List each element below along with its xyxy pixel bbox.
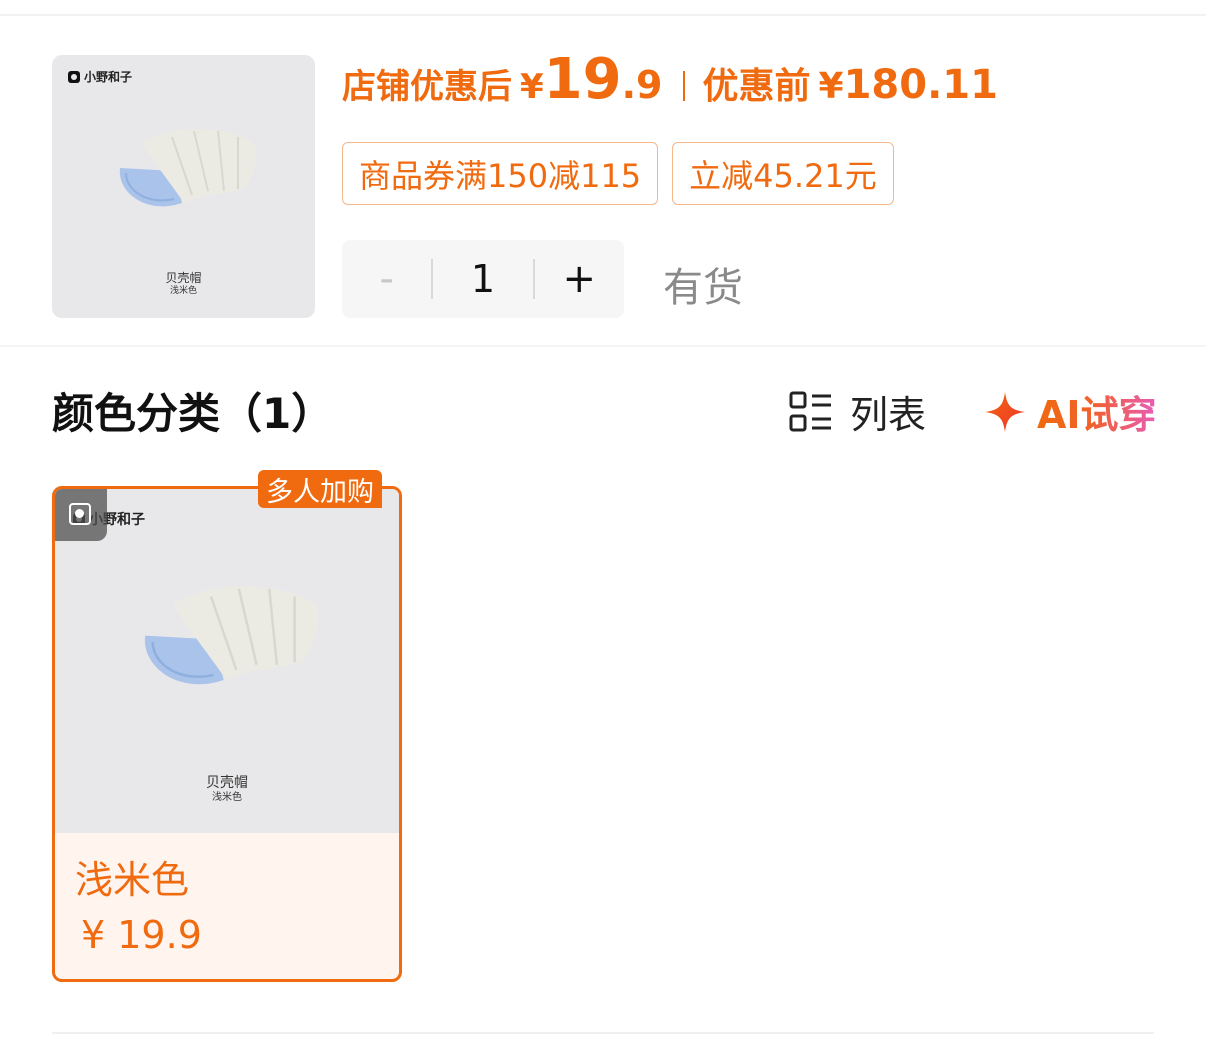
image-caption: 贝壳帽 浅米色 — [55, 775, 399, 805]
coupon-tag[interactable]: 商品券满150减115 — [342, 142, 659, 205]
discount-tag[interactable]: 立减45.21元 — [672, 142, 894, 205]
price-before-label: 优惠前 — [702, 66, 811, 107]
list-view-label: 列表 — [850, 393, 927, 437]
price-after-decimal: .9 — [621, 63, 663, 107]
increase-button[interactable]: + — [535, 240, 624, 318]
stock-status: 有货 — [663, 265, 743, 311]
sparkle-icon — [985, 391, 1025, 432]
ai-try-on-button[interactable]: AI试穿 — [983, 384, 1157, 439]
price-after-integer: 19 — [543, 47, 622, 112]
visor-hat-image — [119, 128, 257, 207]
currency-symbol-before: ¥ — [818, 66, 844, 107]
visor-hat-image — [144, 586, 318, 685]
bottom-divider — [52, 1032, 1154, 1034]
quantity-stepper: - 1 + — [342, 240, 624, 318]
list-view-toggle[interactable]: 列表 — [788, 384, 926, 439]
variant-image: 小野和子 贝壳帽 浅米色 — [55, 489, 399, 833]
price-after-label: 店铺优惠后 — [342, 67, 512, 107]
decrease-button[interactable]: - — [342, 240, 431, 318]
image-caption-title: 贝壳帽 — [165, 271, 202, 285]
brand-mark-icon — [68, 70, 80, 83]
top-divider — [0, 14, 1206, 16]
product-thumbnail[interactable]: 小野和子 贝壳帽 浅米色 — [52, 55, 315, 318]
price-divider — [682, 71, 685, 101]
currency-symbol: ¥ — [520, 67, 544, 107]
image-caption-title: 贝壳帽 — [206, 775, 248, 791]
coupon-tags: 商品券满150减115 立减45.21元 — [342, 142, 894, 205]
section-divider — [0, 345, 1206, 347]
ai-try-on-label: AI试穿 — [1037, 384, 1157, 439]
quantity-value[interactable]: 1 — [433, 257, 532, 301]
price-before-value: 180.11 — [843, 62, 998, 108]
brand-logo: 小野和子 — [68, 68, 132, 85]
popular-badge: 多人加购 — [258, 470, 382, 508]
brand-name: 小野和子 — [84, 70, 133, 84]
variant-price: ¥ 19.9 — [81, 913, 202, 957]
image-caption-color: 浅米色 — [169, 286, 197, 296]
category-title: 颜色分类（1） — [52, 389, 334, 438]
list-grid-icon — [789, 391, 831, 431]
image-caption-color: 浅米色 — [212, 792, 242, 803]
price-line: 店铺优惠后 ¥ 19 .9 优惠前 ¥ 180.11 — [342, 52, 998, 118]
variant-card-selected[interactable]: 小野和子 贝壳帽 浅米色 浅米色 ¥ 19.9 — [52, 486, 402, 982]
preview-icon[interactable] — [55, 489, 107, 541]
sku-selector-panel: 小野和子 贝壳帽 浅米色 店铺优惠后 ¥ 19 .9 优惠前 ¥ 180.11 … — [0, 0, 1206, 1060]
variant-name: 浅米色 — [75, 858, 190, 902]
image-caption: 贝壳帽 浅米色 — [52, 271, 315, 297]
